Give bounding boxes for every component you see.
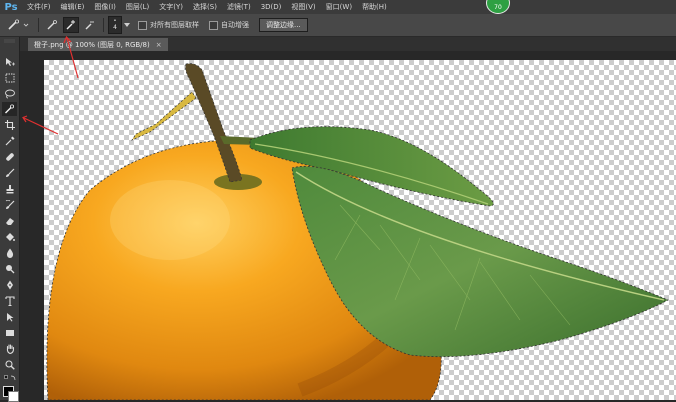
menu-3d[interactable]: 3D(D) — [256, 3, 287, 11]
menu-filter[interactable]: 滤镜(T) — [222, 2, 256, 12]
hand-tool[interactable] — [2, 342, 17, 356]
move-icon — [5, 58, 15, 66]
eraser-tool[interactable] — [2, 214, 17, 228]
close-icon[interactable]: × — [156, 41, 162, 49]
rectangle-icon — [5, 330, 14, 336]
separator — [103, 18, 104, 32]
document-tab[interactable]: 橙子.png @ 100% (图层 0, RGB/8) × — [28, 38, 168, 51]
lasso-icon — [5, 89, 15, 99]
menu-help[interactable]: 帮助(H) — [357, 2, 392, 12]
paint-bucket-icon — [5, 233, 15, 241]
lasso-tool[interactable] — [2, 87, 17, 101]
auto-enhance-checkbox[interactable] — [209, 20, 218, 30]
rectangle-tool[interactable] — [2, 326, 17, 340]
new-selection-button[interactable] — [45, 18, 59, 32]
document-title: 橙子.png @ 100% (图层 0, RGB/8) — [34, 40, 150, 49]
type-tool[interactable] — [2, 294, 17, 308]
bandage-icon — [5, 153, 14, 161]
path-selection-icon — [6, 313, 13, 322]
menu-image[interactable]: 图像(I) — [89, 2, 121, 12]
auto-enhance-label: 自动增强 — [221, 21, 249, 29]
history-brush-tool[interactable] — [2, 198, 17, 212]
menu-type[interactable]: 文字(Y) — [154, 2, 188, 12]
history-brush-icon — [5, 200, 14, 209]
quick-selection-tool[interactable] — [2, 102, 17, 116]
brush-size-picker[interactable]: • 4 — [108, 16, 122, 34]
chevron-down-icon — [124, 23, 130, 27]
brush-subtract-icon — [85, 21, 94, 30]
pen-icon — [6, 280, 13, 290]
eraser-icon — [5, 218, 14, 225]
rectangle-marquee-icon — [5, 73, 14, 83]
blur-tool[interactable] — [2, 246, 17, 260]
marquee-tool[interactable] — [2, 71, 17, 85]
zoom-tool[interactable] — [2, 358, 17, 372]
refine-edge-button[interactable]: 调整边缘... — [259, 18, 308, 32]
orange-artwork — [46, 63, 669, 400]
swap-colors-icon — [3, 375, 15, 381]
app-logo: Ps — [4, 1, 18, 13]
magnifier-icon — [4, 360, 15, 370]
dodge-tool[interactable] — [2, 262, 17, 276]
brush-icon — [5, 168, 14, 177]
paint-bucket-tool[interactable] — [2, 230, 17, 244]
clone-stamp-tool[interactable] — [2, 182, 17, 196]
menu-file[interactable]: 文件(F) — [22, 2, 56, 12]
menu-bar: Ps 文件(F) 编辑(E) 图像(I) 图层(L) 文字(Y) 选择(S) 滤… — [0, 0, 676, 14]
brush-size-value: 4 — [113, 24, 117, 31]
eyedropper-tool[interactable] — [2, 134, 17, 148]
menu-select[interactable]: 选择(S) — [188, 2, 222, 12]
document-canvas[interactable] — [44, 60, 676, 400]
brush-new-icon — [47, 20, 57, 30]
options-bar: • 4 对所有图层取样 自动增强 调整边缘... — [0, 14, 676, 37]
brush-add-icon — [66, 20, 75, 30]
crop-tool[interactable] — [2, 118, 17, 132]
sample-all-layers-checkbox[interactable] — [138, 20, 147, 30]
type-icon — [4, 296, 15, 306]
pen-tool[interactable] — [2, 278, 17, 292]
menu-edit[interactable]: 编辑(E) — [56, 2, 90, 12]
hand-icon — [6, 344, 14, 354]
document-tab-bar: 橙子.png @ 100% (图层 0, RGB/8) × — [20, 37, 676, 51]
menu-layer[interactable]: 图层(L) — [121, 2, 154, 12]
path-selection-tool[interactable] — [2, 310, 17, 324]
healing-brush-tool[interactable] — [2, 150, 17, 164]
tool-preset-picker[interactable] — [4, 18, 32, 32]
tools-panel — [0, 37, 20, 402]
brush-size-dropdown[interactable] — [124, 18, 130, 32]
brush-tool[interactable] — [2, 166, 17, 180]
crop-icon — [4, 120, 15, 130]
performance-badge: 70 — [486, 0, 510, 14]
move-tool[interactable] — [2, 55, 17, 69]
quick-selection-icon — [5, 104, 15, 114]
sample-all-layers-label: 对所有图层取样 — [150, 21, 199, 29]
subtract-from-selection-button[interactable] — [83, 18, 97, 32]
background-color-swatch[interactable] — [8, 391, 19, 402]
water-drop-icon — [6, 248, 13, 258]
separator — [38, 18, 39, 32]
add-to-selection-button[interactable] — [63, 17, 79, 33]
default-colors-button[interactable] — [2, 374, 17, 384]
panel-grip-icon — [4, 39, 15, 43]
eyedropper-icon — [5, 136, 14, 146]
menu-view[interactable]: 视图(V) — [286, 2, 320, 12]
dodge-icon — [5, 265, 14, 274]
stamp-icon — [6, 185, 13, 194]
menu-window[interactable]: 窗口(W) — [321, 2, 357, 12]
quick-selection-icon — [8, 19, 29, 30]
